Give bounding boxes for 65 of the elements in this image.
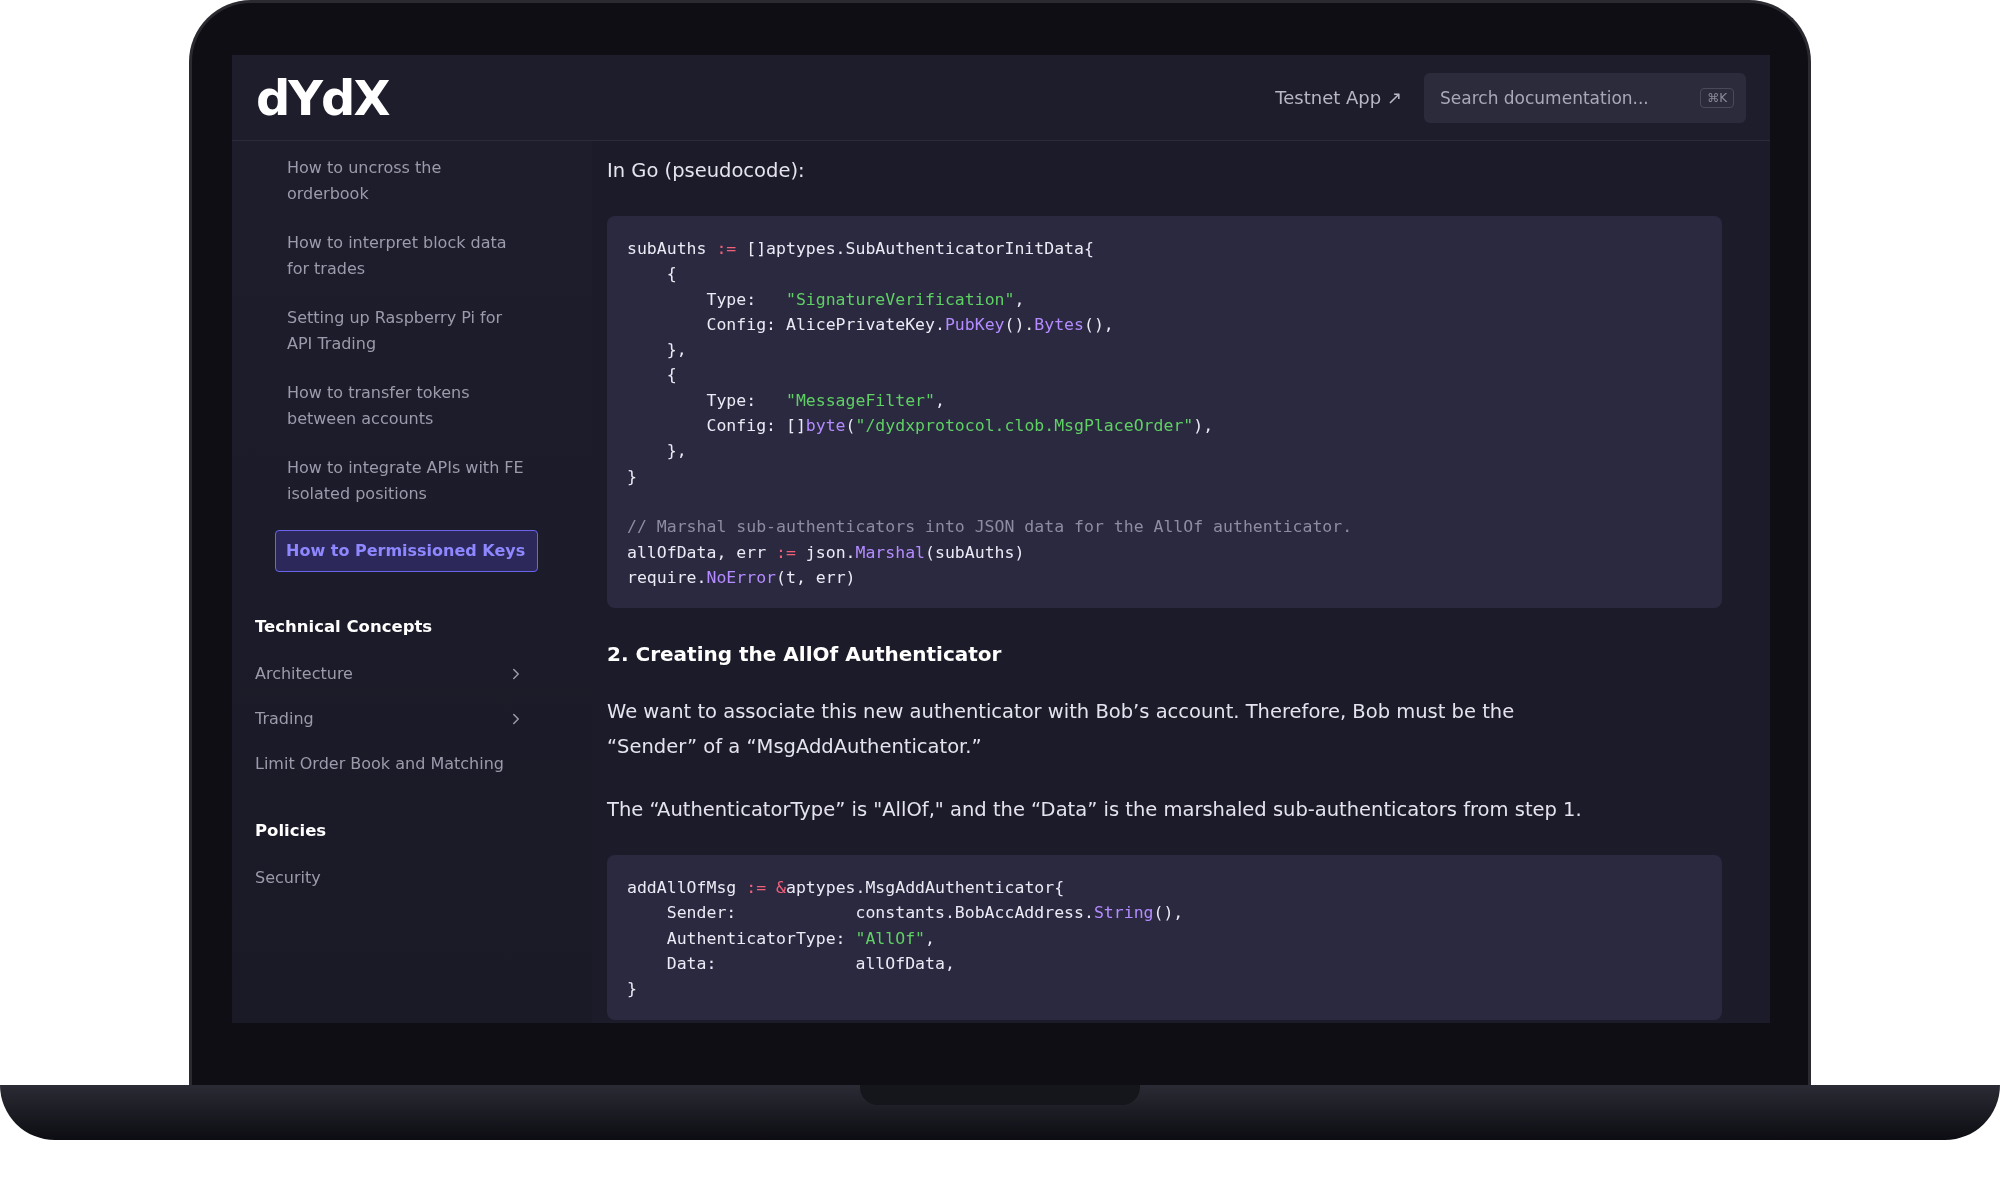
code-token: Type: [705,289,758,309]
testnet-link[interactable]: Testnet App ↗ [1275,87,1402,108]
code-token: (), [1084,314,1114,334]
code-token: addAllOfMsg [627,878,738,898]
code-token: PubKey [944,314,1005,334]
sidebar-link[interactable]: How to uncross the orderbook [287,155,527,207]
logo[interactable]: dYdX [256,69,389,126]
sidebar-heading: Technical Concepts [255,617,434,636]
sidebar-link[interactable]: How to Permissioned Keys [275,530,539,572]
code-token: Type: [705,390,758,410]
sidebar-link[interactable]: How to integrate APIs with FE isolated positions [287,455,527,507]
code-token: byte [805,416,846,436]
code-token: := [776,542,796,562]
code-token: , [1014,289,1025,309]
paragraph: The “AuthenticatorType” is "AllOf," and the “Data” is the marshaled sub-authenticators from step 1. [607,797,1583,824]
code-token: aptypes.MsgAddAuthenticator{ [785,878,1065,898]
code-token: require. [627,567,707,587]
sidebar-link[interactable]: Security [255,868,525,887]
code-token: "SignatureVerification" [785,289,1015,309]
code-token: (), [1153,903,1184,923]
code-token: "MessageFilter" [785,390,935,410]
code-token: } [627,466,637,486]
code-token: Sender: constants.BobAccAddress. [665,903,1094,923]
paragraph: In Go (pseudocode): [607,158,806,184]
code-token: Bytes [1034,314,1084,334]
sidebar-heading: Policies [255,821,328,840]
code-token: (subAuths) [925,542,1025,562]
code-token: "AllOf" [855,928,926,948]
code-token: , [925,928,935,948]
sidebar-link[interactable]: Limit Order Book and Matching [255,754,525,773]
code-token: }, [665,441,687,461]
code-token: allOfData, err [627,542,768,562]
code-token: (). [1004,314,1035,334]
code-token: := & [746,878,786,898]
section-heading: 2. Creating the AllOf Authenticator [607,642,1003,667]
code-token: } [627,979,637,999]
sidebar-link[interactable]: Trading [255,709,525,728]
code-token: NoError [706,567,777,587]
code-token: json. [804,542,856,562]
code-token: (t, err) [776,567,856,587]
code-token: }, [665,340,687,360]
code-token: { [665,264,677,284]
code-token: "/dydxprotocol.clob.MsgPlaceOrder" [855,416,1194,436]
code-comment: // Marshal sub-authenticators into JSON data for the AllOf authenticator. [627,517,1353,537]
code-token: ( [845,416,856,436]
sidebar-link[interactable]: How to transfer tokens between accounts [287,380,527,432]
shortcut-hint: ⌘K [1700,87,1734,108]
code-token: Data: allOfData, [665,954,955,974]
code-token: AuthenticatorType: [665,928,847,948]
code-token: , [934,390,945,410]
code-token: := [716,239,737,258]
sidebar-link[interactable]: How to interpret block data for trades [287,230,527,282]
code-token: subAuths [627,239,708,258]
sidebar-link[interactable]: Setting up Raspberry Pi for API Trading [287,305,527,357]
search-input[interactable]: Search documentation... [1438,86,1701,109]
code-token: ), [1193,416,1214,436]
paragraph: We want to associate this new authenticator with Bob’s account. Therefore, Bob must be the “Sender” of a “MsgAddAuthenticator.” [607,699,1516,761]
code-token: String [1093,903,1154,923]
search-field[interactable]: Search documentation... ⌘K [1424,72,1746,123]
sidebar-link[interactable]: Architecture [255,664,525,683]
code-token: []aptypes.SubAuthenticatorInitData{ [745,239,1094,258]
code-token: Marshal [855,542,926,562]
code-token: { [665,365,677,385]
code-token: Config: [] [705,416,806,436]
code-token: Config: AlicePrivateKey. [705,314,945,334]
